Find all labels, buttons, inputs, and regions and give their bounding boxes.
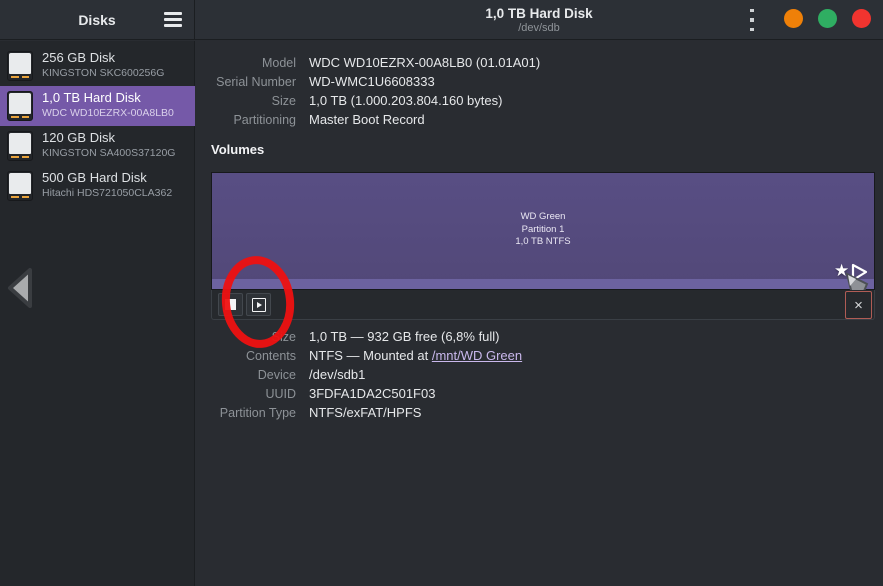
info-value: NTFS/exFAT/HPFS — [309, 405, 421, 420]
window-close-button[interactable] — [852, 9, 871, 28]
hard-disk-icon — [7, 131, 33, 161]
partition-usage-strip — [212, 279, 874, 289]
drive-info-grid: Model WDC WD10EZRX-00A8LB0 (01.01A01) Se… — [196, 53, 540, 129]
info-label: Size — [196, 94, 296, 108]
disk-sidebar: 256 GB Disk KINGSTON SKC600256G 1,0 TB H… — [0, 41, 195, 586]
sidebar-item-1tb-hard-disk[interactable]: 1,0 TB Hard Disk WDC WD10EZRX-00A8LB0 — [0, 86, 195, 126]
info-value: Master Boot Record — [309, 112, 425, 127]
hard-disk-icon — [7, 171, 33, 201]
hard-disk-icon — [7, 91, 33, 121]
info-label: Model — [196, 56, 296, 70]
disk-title: 256 GB Disk — [42, 50, 115, 65]
headerbar: Disks 1,0 TB Hard Disk /dev/sdb — [0, 0, 883, 40]
drive-info-row: Serial Number WD-WMC1U6608333 — [196, 72, 540, 91]
info-value: 1,0 TB — 932 GB free (6,8% full) — [309, 329, 500, 344]
drive-info-row: Size 1,0 TB (1.000.203.804.160 bytes) — [196, 91, 540, 110]
volume-info-row: Contents NTFS — Mounted at /mnt/WD Green — [196, 346, 522, 365]
volume-info-grid: Size 1,0 TB — 932 GB free (6,8% full) Co… — [196, 327, 522, 422]
disk-subtitle: KINGSTON SKC600256G — [42, 67, 164, 79]
partition-number: Partition 1 — [212, 224, 874, 237]
volume-info-row: Size 1,0 TB — 932 GB free (6,8% full) — [196, 327, 522, 346]
info-label: Size — [196, 330, 296, 344]
unmount-button[interactable] — [218, 293, 243, 316]
sidebar-item-120gb-disk[interactable]: 120 GB Disk KINGSTON SA400S37120G — [0, 126, 195, 166]
info-label: Partitioning — [196, 113, 296, 127]
volume-toolbar — [211, 290, 875, 320]
disk-title: 1,0 TB Hard Disk — [42, 90, 141, 105]
close-icon: × — [854, 297, 863, 314]
sidebar-item-500gb-hard-disk[interactable]: 500 GB Hard Disk Hitachi HDS721050CLA362 — [0, 166, 195, 206]
drive-info-row: Model WDC WD10EZRX-00A8LB0 (01.01A01) — [196, 53, 540, 72]
info-value: WDC WD10EZRX-00A8LB0 (01.01A01) — [309, 55, 540, 70]
info-value: WD-WMC1U6608333 — [309, 74, 435, 89]
info-label: Partition Type — [196, 406, 296, 420]
info-value: NTFS — Mounted at /mnt/WD Green — [309, 348, 522, 363]
close-overlay-button[interactable]: × — [845, 291, 872, 319]
info-value: 3FDFA1DA2C501F03 — [309, 386, 435, 401]
hamburger-menu-icon[interactable] — [164, 12, 182, 27]
info-label: Device — [196, 368, 296, 382]
kebab-menu-icon[interactable] — [745, 9, 759, 31]
partition-options-button[interactable] — [246, 293, 271, 316]
window-maximize-button[interactable] — [818, 9, 837, 28]
app-title: Disks — [78, 12, 115, 28]
info-label: Contents — [196, 349, 296, 363]
disk-title: 120 GB Disk — [42, 130, 115, 145]
volume-info-row: UUID 3FDFA1DA2C501F03 — [196, 384, 522, 403]
sidebar-header: Disks — [0, 0, 195, 40]
partition-label: WD Green Partition 1 1,0 TB NTFS — [212, 211, 874, 249]
volumes-heading: Volumes — [211, 142, 264, 157]
info-label: UUID — [196, 387, 296, 401]
info-value: 1,0 TB (1.000.203.804.160 bytes) — [309, 93, 502, 108]
contents-text: NTFS — Mounted at — [309, 348, 432, 363]
hard-disk-icon — [7, 51, 33, 81]
drive-info-row: Partitioning Master Boot Record — [196, 110, 540, 129]
boxed-play-icon — [252, 298, 266, 312]
disk-title: 500 GB Hard Disk — [42, 170, 147, 185]
disk-subtitle: WDC WD10EZRX-00A8LB0 — [42, 107, 174, 119]
nav-back-arrow-icon[interactable] — [6, 266, 34, 310]
partition-size-fs: 1,0 TB NTFS — [212, 236, 874, 249]
mount-point-link[interactable]: /mnt/WD Green — [432, 348, 522, 363]
disk-subtitle: Hitachi HDS721050CLA362 — [42, 187, 172, 199]
header-title: 1,0 TB Hard Disk — [485, 6, 592, 22]
header-title-area: 1,0 TB Hard Disk /dev/sdb — [195, 0, 883, 40]
stop-icon — [225, 299, 236, 310]
volume-info-row: Partition Type NTFS/exFAT/HPFS — [196, 403, 522, 422]
partition-name: WD Green — [212, 211, 874, 224]
sidebar-item-256gb-disk[interactable]: 256 GB Disk KINGSTON SKC600256G — [0, 46, 195, 86]
disk-subtitle: KINGSTON SA400S37120G — [42, 147, 175, 159]
info-value: /dev/sdb1 — [309, 367, 365, 382]
info-label: Serial Number — [196, 75, 296, 89]
window-minimize-button[interactable] — [784, 9, 803, 28]
volume-info-row: Device /dev/sdb1 — [196, 365, 522, 384]
partition-block[interactable]: WD Green Partition 1 1,0 TB NTFS — [211, 172, 875, 290]
disk-list: 256 GB Disk KINGSTON SKC600256G 1,0 TB H… — [0, 46, 194, 206]
header-subtitle: /dev/sdb — [518, 22, 560, 35]
